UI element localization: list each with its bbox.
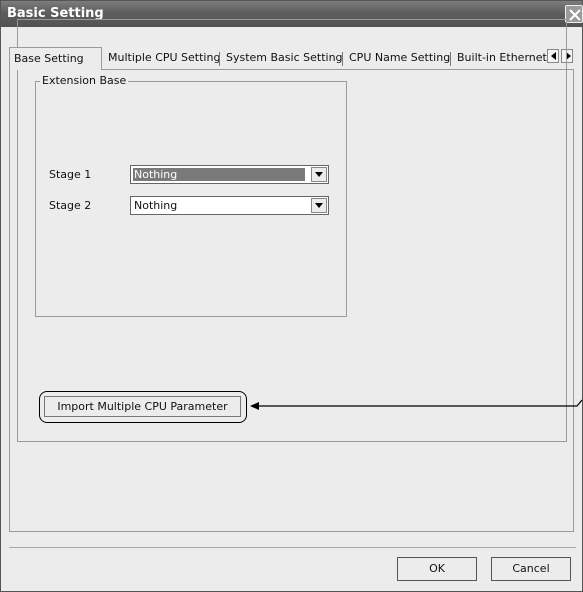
stage-1-dropdown-button[interactable] bbox=[311, 167, 327, 182]
stage-2-value: Nothing bbox=[134, 199, 178, 212]
stage-1-value: Nothing bbox=[133, 168, 305, 181]
stage-2-select[interactable]: Nothing bbox=[130, 196, 329, 215]
stage-2-dropdown-button[interactable] bbox=[311, 198, 327, 213]
tab-base-setting[interactable]: Base Setting bbox=[9, 47, 102, 70]
stage-1-label: Stage 1 bbox=[49, 168, 92, 181]
chevron-down-icon bbox=[315, 203, 323, 208]
import-button-callout: Import Multiple CPU Parameter bbox=[39, 391, 247, 423]
close-button[interactable] bbox=[565, 5, 583, 23]
close-icon bbox=[569, 9, 581, 21]
stage-1-select[interactable]: Nothing bbox=[130, 165, 329, 184]
footer-separator bbox=[9, 547, 576, 548]
import-multiple-cpu-parameter-button[interactable]: Import Multiple CPU Parameter bbox=[44, 396, 241, 417]
basic-setting-dialog: Basic Setting Base Setting Multiple CPU … bbox=[0, 0, 583, 592]
stage-2-label: Stage 2 bbox=[49, 199, 92, 212]
chevron-down-icon bbox=[315, 172, 323, 177]
callout-arrow-icon bbox=[250, 399, 583, 410]
ok-button[interactable]: OK bbox=[397, 557, 477, 581]
cancel-button[interactable]: Cancel bbox=[491, 557, 571, 581]
extension-base-legend: Extension Base bbox=[40, 74, 129, 87]
